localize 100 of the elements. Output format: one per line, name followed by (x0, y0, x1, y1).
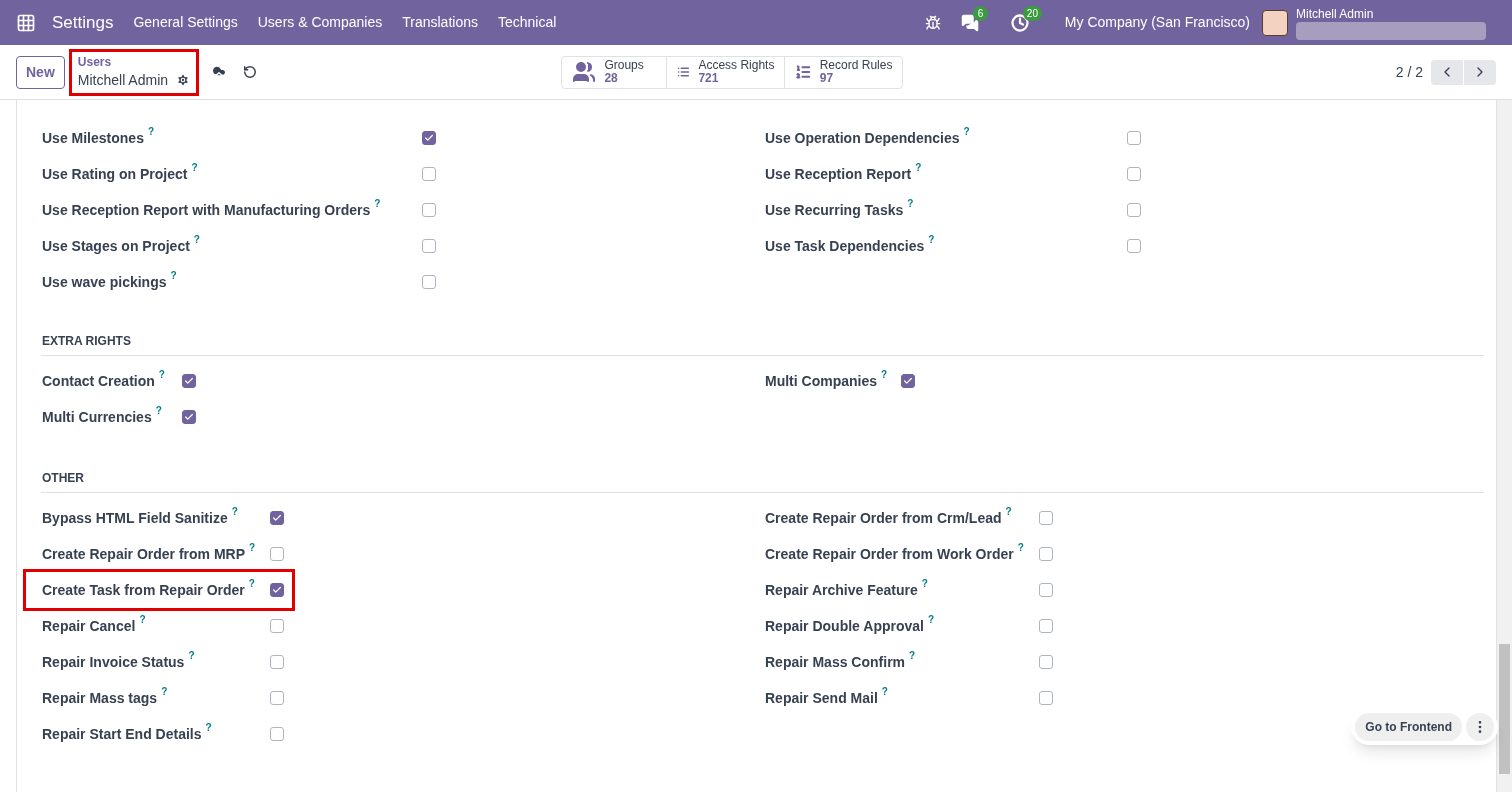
checkbox[interactable] (1127, 167, 1141, 181)
bug-icon[interactable] (924, 14, 941, 31)
checkbox[interactable] (182, 410, 196, 424)
pager-value: 2 / 2 (1395, 62, 1423, 82)
help-mark[interactable]: ? (928, 231, 935, 247)
checkbox[interactable] (270, 511, 284, 525)
smart-button[interactable]: Record Rules 97 (784, 56, 903, 88)
field-label: Use Rating on Project (42, 164, 188, 184)
next-button[interactable] (1464, 59, 1496, 85)
checkbox[interactable] (270, 691, 284, 705)
field-label: Use Reception Report (765, 164, 912, 184)
discard-icon[interactable] (243, 65, 258, 79)
help-mark[interactable]: ? (155, 402, 162, 418)
help-mark[interactable]: ? (193, 231, 200, 247)
user-name[interactable]: Mitchell Admin (1296, 5, 1496, 22)
field-label: Create Repair Order from Work Order (765, 544, 1014, 564)
field-label: Use Stages on Project (42, 236, 190, 256)
chat-icon[interactable] (960, 13, 979, 32)
help-mark[interactable]: ? (249, 539, 256, 555)
help-mark[interactable]: ? (231, 503, 238, 519)
smart-button[interactable]: Access Rights 721 (666, 56, 785, 88)
checkbox[interactable] (422, 167, 436, 181)
checkbox[interactable] (901, 374, 915, 388)
help-mark[interactable]: ? (161, 683, 168, 699)
go-to-frontend-button[interactable]: Go to Frontend (1355, 713, 1462, 741)
field-label: Repair Mass Confirm (765, 652, 906, 672)
record-title: Mitchell Admin (77, 71, 169, 90)
field-label: Repair Invoice Status (42, 652, 185, 672)
menu-item[interactable]: General Settings (133, 12, 238, 33)
field-label: Use Reception Report with Manufacturing Orders (42, 200, 371, 220)
checkbox[interactable] (1039, 691, 1053, 705)
checkbox[interactable] (270, 655, 284, 669)
checkbox[interactable] (422, 203, 436, 217)
help-mark[interactable]: ? (907, 195, 914, 211)
company-switcher[interactable]: My Company (San Francisco) (1064, 12, 1250, 33)
menu-item[interactable]: Technical (498, 12, 557, 33)
field-label: Use wave pickings (42, 272, 167, 292)
field-label: Use Task Dependencies (765, 236, 925, 256)
help-mark[interactable]: ? (881, 683, 888, 699)
users-icon (572, 60, 597, 84)
field-label: Repair Send Mail (765, 688, 878, 708)
checkbox[interactable] (1039, 655, 1053, 669)
apps-menu-icon[interactable] (16, 12, 36, 33)
help-mark[interactable]: ? (963, 123, 970, 139)
app-title[interactable]: Settings (52, 9, 114, 36)
check-icon (424, 133, 434, 143)
new-button[interactable]: New (16, 55, 65, 89)
checkbox[interactable] (270, 727, 284, 741)
checkbox[interactable] (1039, 511, 1053, 525)
more-button[interactable] (1466, 713, 1494, 741)
help-mark[interactable]: ? (915, 159, 922, 175)
settings-icon[interactable] (176, 73, 191, 87)
checkbox[interactable] (1127, 203, 1141, 217)
help-mark[interactable]: ? (188, 647, 195, 663)
field-label: Repair Mass tags (42, 688, 158, 708)
checkbox[interactable] (422, 131, 436, 145)
stat-label: Record Rules (819, 59, 893, 72)
stat-count: 97 (819, 72, 835, 85)
checkbox[interactable] (1039, 583, 1053, 597)
help-mark[interactable]: ? (139, 611, 146, 627)
user-avatar[interactable] (1262, 9, 1288, 36)
checkbox[interactable] (1039, 547, 1053, 561)
clock-icon[interactable] (1010, 13, 1029, 32)
help-mark[interactable]: ? (158, 366, 165, 382)
breadcrumb-link[interactable]: Users (77, 54, 191, 70)
help-mark[interactable]: ? (170, 267, 177, 283)
help-mark[interactable]: ? (374, 195, 381, 211)
menu-item[interactable]: Translations (402, 12, 478, 33)
field-label: Multi Currencies (42, 407, 152, 427)
field-label: Bypass HTML Field Sanitize (42, 508, 228, 528)
help-mark[interactable]: ? (147, 123, 155, 139)
field-label: Repair Start End Details (42, 724, 202, 744)
checkbox[interactable] (270, 547, 284, 561)
checkbox[interactable] (1039, 619, 1053, 633)
help-mark[interactable]: ? (909, 647, 916, 663)
menu-item[interactable]: Users & Companies (257, 12, 383, 33)
field-label: Use Operation Dependencies (765, 128, 960, 148)
smart-button[interactable]: Groups 28 (562, 56, 667, 88)
help-mark[interactable]: ? (921, 575, 928, 591)
checkbox[interactable] (270, 619, 284, 633)
help-mark[interactable]: ? (191, 159, 198, 175)
checkbox[interactable] (182, 374, 196, 388)
checkbox[interactable] (1127, 131, 1141, 145)
check-icon (184, 376, 194, 386)
checkbox[interactable] (422, 275, 436, 289)
section-title: OTHER (41, 471, 84, 485)
help-mark[interactable]: ? (1005, 503, 1012, 519)
help-mark[interactable]: ? (248, 575, 255, 591)
previous-button[interactable] (1431, 59, 1463, 85)
help-mark[interactable]: ? (927, 611, 935, 627)
field-label: Multi Companies (765, 371, 877, 391)
help-mark[interactable]: ? (205, 719, 212, 735)
checkbox[interactable] (1127, 239, 1141, 253)
checkbox[interactable] (422, 239, 436, 253)
stat-label: Access Rights (698, 59, 775, 72)
checkbox[interactable] (270, 583, 284, 597)
notification-badge: 20 (1022, 5, 1042, 21)
help-mark[interactable]: ? (1017, 539, 1024, 555)
check-icon (272, 513, 282, 523)
help-mark[interactable]: ? (881, 366, 888, 382)
